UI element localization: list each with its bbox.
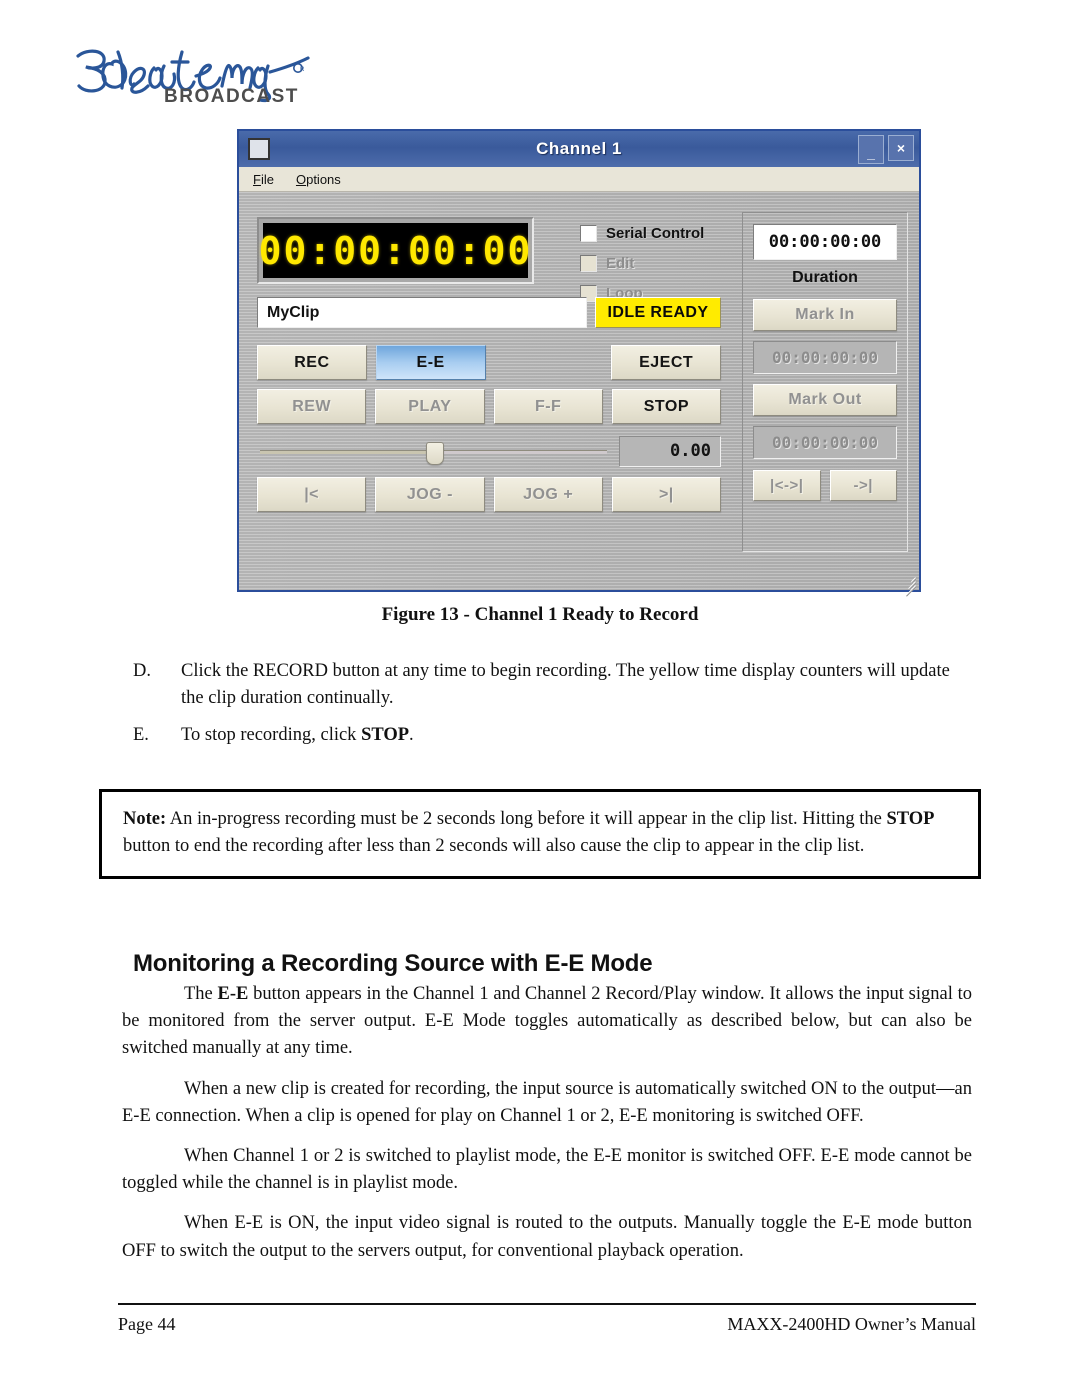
resize-grip[interactable] <box>900 571 917 597</box>
window-controls: _ × <box>858 134 914 164</box>
list-text-e: To stop recording, click STOP. <box>181 722 971 749</box>
menu-bar: File Options <box>239 167 919 192</box>
close-button[interactable]: × <box>888 134 914 161</box>
paragraph-3: When Channel 1 or 2 is switched to playl… <box>122 1145 972 1194</box>
duration-label: Duration <box>792 269 858 286</box>
window-titlebar[interactable]: Channel 1 _ × <box>239 131 919 167</box>
paragraph-4: When E-E is ON, the input video signal i… <box>122 1213 972 1261</box>
menu-file-rest: ile <box>260 171 274 187</box>
section-heading: Monitoring a Recording Source with E-E M… <box>133 949 653 977</box>
checkbox-edit-box <box>580 254 597 272</box>
duration-value: 00:00:00:00 <box>753 224 897 260</box>
goto-start-button[interactable]: |< <box>257 477 367 512</box>
list-marker-d: D. <box>133 661 151 681</box>
footer-manual-title: MAXX-2400HD Owner’s Manual <box>727 1314 976 1334</box>
mark-nav-row: |<->| ->| <box>753 470 897 501</box>
paragraph-2: When a new clip is created for recording… <box>122 1078 972 1126</box>
menu-options-accel: O <box>295 171 307 187</box>
paragraph-1-bold: E-E <box>217 984 249 1004</box>
checkbox-edit-label: Edit <box>606 254 635 272</box>
ff-button[interactable]: F-F <box>493 389 603 424</box>
eject-button[interactable]: EJECT <box>611 345 721 380</box>
note-part2: button to end the recording after less t… <box>123 835 865 856</box>
note-part1: An in-progress recording must be 2 secon… <box>166 809 887 829</box>
checkbox-edit: Edit <box>580 248 750 278</box>
list-item: D. Click the RECORD button at any time t… <box>133 658 971 711</box>
stop-button[interactable]: STOP <box>611 389 721 424</box>
note-stop-bold: STOP <box>886 809 935 829</box>
list-text-e-post: . <box>409 725 414 746</box>
transport-row-jog: |< JOG - JOG + >| <box>257 477 721 512</box>
list-item: E. To stop recording, click STOP. <box>133 722 971 749</box>
svg-text:R: R <box>300 67 305 73</box>
speed-readout: 0.00 <box>619 435 721 467</box>
transport-row-secondary: REW PLAY F-F STOP <box>257 389 721 424</box>
goto-end-button[interactable]: >| <box>611 477 721 512</box>
rew-button[interactable]: REW <box>257 389 367 424</box>
channel-1-window: Channel 1 _ × File Options 00:00:00:00 S… <box>237 129 921 597</box>
page-footer: Page 44 MAXX-2400HD Owner’s Manual <box>118 1314 976 1335</box>
goto-mark-in-out-button[interactable]: |<->| <box>753 470 821 501</box>
footer-page-number: Page 44 <box>118 1314 176 1334</box>
mark-out-value: 00:00:00:00 <box>753 426 897 459</box>
list-marker-e: E. <box>133 725 149 746</box>
mark-panel: 00:00:00:00 Duration Mark In 00:00:00:00… <box>742 212 908 552</box>
mark-in-button[interactable]: Mark In <box>753 299 897 331</box>
checkbox-serial-control-label: Serial Control <box>606 224 705 242</box>
checkbox-serial-control[interactable]: Serial Control <box>580 218 750 248</box>
note-label: Note: <box>123 809 167 829</box>
menu-file-accel: F <box>253 171 261 187</box>
list-text-e-bold: STOP <box>361 725 410 746</box>
jog-minus-button[interactable]: JOG - <box>375 477 485 512</box>
window-restore-icon[interactable] <box>248 138 270 160</box>
goto-mark-out-button[interactable]: ->| <box>829 470 897 501</box>
paragraph-1-post: button appears in the Channel 1 and Chan… <box>122 984 972 1059</box>
minimize-button[interactable]: _ <box>858 134 884 164</box>
mode-checkbox-group: Serial Control Edit Loop <box>580 218 750 308</box>
mark-out-button[interactable]: Mark Out <box>753 384 897 416</box>
transport-row-primary: REC E-E EJECT <box>257 345 721 380</box>
logo-wordmark: BROADCAST <box>164 86 299 107</box>
menu-item-file[interactable]: File <box>253 172 274 187</box>
mark-in-value: 00:00:00:00 <box>753 341 897 374</box>
paragraph-1-pre: The <box>184 984 218 1004</box>
menu-options-rest: ptions <box>306 171 341 187</box>
note-box: Note: An in-progress recording must be 2… <box>99 789 981 879</box>
rec-button[interactable]: REC <box>257 345 367 380</box>
ee-button[interactable]: E-E <box>375 345 486 380</box>
shuttle-row: 0.00 <box>257 435 721 467</box>
footer-divider <box>118 1303 976 1305</box>
window-body: 00:00:00:00 Serial Control Edit Loop 00:… <box>239 192 919 597</box>
checkbox-serial-control-box[interactable] <box>580 224 597 242</box>
timecode-display: 00:00:00:00 <box>259 223 530 278</box>
body-text: The E-E button appears in the Channel 1 … <box>122 981 972 1278</box>
shuttle-slider-thumb[interactable] <box>425 442 444 465</box>
paragraph-1: The E-E button appears in the Channel 1 … <box>122 981 972 1063</box>
transport-spacer <box>495 345 603 380</box>
clip-name-input[interactable]: MyClip <box>257 297 587 328</box>
menu-item-options[interactable]: Options <box>296 172 341 187</box>
timecode-display-frame: 00:00:00:00 <box>257 217 534 284</box>
instruction-list: D. Click the RECORD button at any time t… <box>133 658 971 760</box>
window-title: Channel 1 <box>536 139 622 158</box>
company-logo: R BROADCAST <box>72 44 312 108</box>
shuttle-slider[interactable] <box>257 435 610 467</box>
status-badge: IDLE READY <box>595 297 721 328</box>
play-button[interactable]: PLAY <box>375 389 485 424</box>
figure-caption: Figure 13 - Channel 1 Ready to Record <box>381 604 699 625</box>
list-text-d: Click the RECORD button at any time to b… <box>181 661 950 708</box>
jog-plus-button[interactable]: JOG + <box>493 477 603 512</box>
list-text-e-pre: To stop recording, click <box>181 725 362 746</box>
